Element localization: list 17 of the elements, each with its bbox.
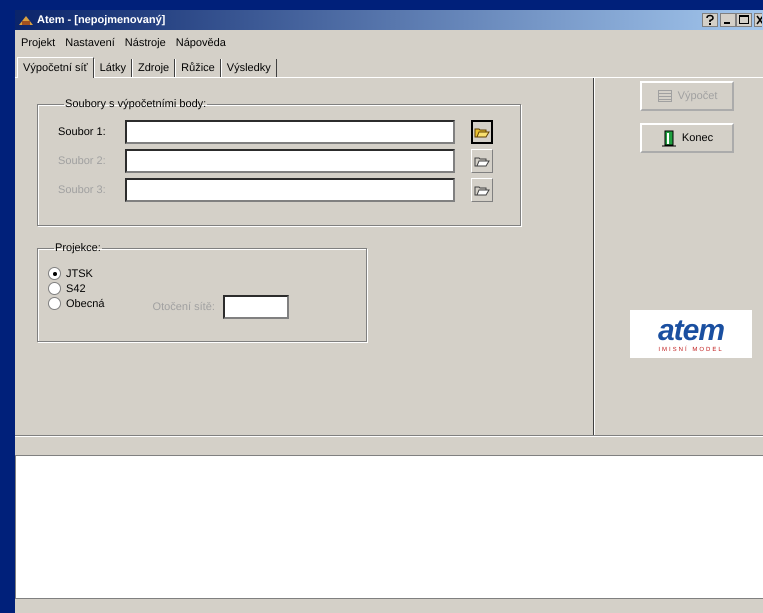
menu-item[interactable]: Projekt — [21, 37, 56, 49]
tab[interactable]: Růžice — [175, 59, 221, 77]
menu-item[interactable]: Nástroje — [124, 37, 166, 49]
field-label: Soubor 1: — [58, 126, 107, 138]
tab[interactable]: Látky — [94, 59, 132, 77]
tab[interactable]: Výsledky — [220, 59, 277, 77]
menu-item[interactable]: Nápověda — [176, 37, 226, 49]
group-title: Projekce: — [54, 242, 102, 254]
group-title: Soubory s výpočetními body: — [64, 98, 208, 110]
menu-item[interactable]: Nastavení — [65, 37, 115, 49]
radio-label: JTSK — [66, 268, 93, 280]
radio-label: Obecná — [66, 298, 105, 310]
exit-button[interactable]: Konec — [640, 123, 734, 153]
window-title: Atem - [nepojmenovaný] — [37, 14, 166, 26]
radio-label: S42 — [66, 282, 86, 294]
tab[interactable]: Zdroje — [132, 59, 176, 77]
tab[interactable]: Výpočetní síť — [17, 57, 94, 78]
